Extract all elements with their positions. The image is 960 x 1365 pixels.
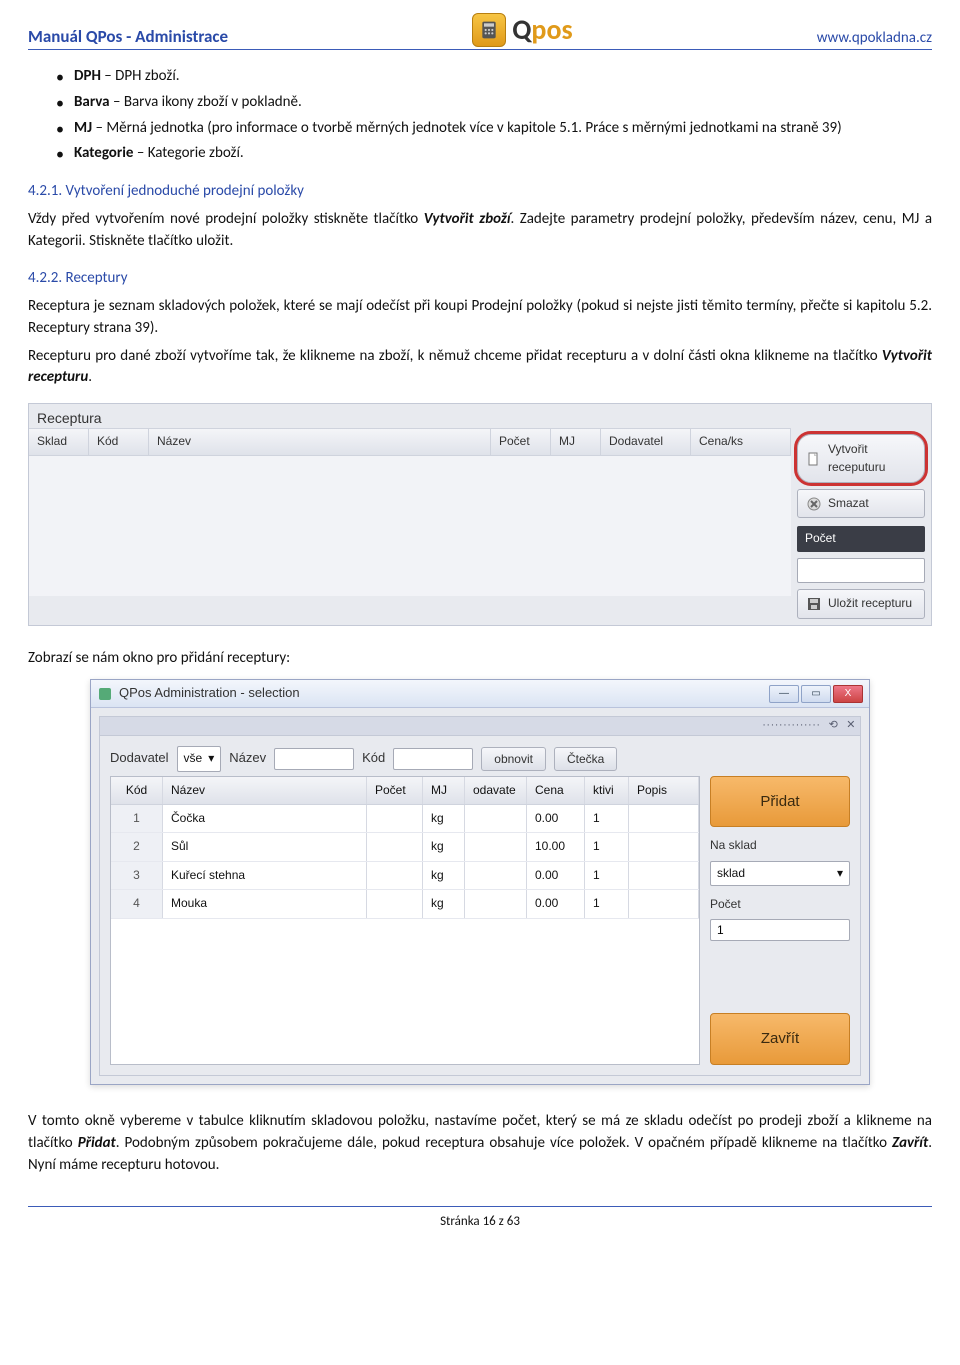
- col-popis[interactable]: Popis: [629, 777, 699, 804]
- paragraph: Zobrazí se nám okno pro přidání receptur…: [28, 648, 932, 670]
- window-title: QPos Administration - selection: [119, 684, 300, 703]
- delete-button[interactable]: Smazat: [797, 489, 925, 518]
- col-cena[interactable]: Cena: [527, 777, 585, 804]
- paragraph: Vždy před vytvořením nové prodejní polož…: [28, 209, 932, 253]
- dodavatel-select[interactable]: vše▾: [177, 746, 222, 771]
- logo: Qpos: [472, 12, 572, 47]
- list-item: Kategorie – Kategorie zboží.: [74, 143, 932, 165]
- col-aktiv[interactable]: ktivi: [585, 777, 629, 804]
- pocet-input[interactable]: [710, 919, 850, 941]
- chevron-down-icon: ▾: [837, 865, 843, 882]
- save-icon: [806, 596, 822, 612]
- table-row[interactable]: 3Kuřecí stehnakg0.001: [111, 862, 699, 890]
- nasklad-label: Na sklad: [710, 837, 850, 854]
- table-row[interactable]: 2Sůlkg10.001: [111, 833, 699, 861]
- ctecka-button[interactable]: Čtečka: [554, 747, 617, 771]
- window-titlebar: QPos Administration - selection — ▭ X: [91, 680, 869, 708]
- receptura-table: Sklad Kód Název Počet MJ Dodavatel Cena/…: [29, 428, 791, 624]
- list-item: Barva – Barva ikony zboží v pokladně.: [74, 92, 932, 114]
- sub-restore-button[interactable]: ⟲: [829, 718, 839, 734]
- calculator-icon: [472, 13, 506, 47]
- page-footer: Stránka 16 z 63: [28, 1206, 932, 1232]
- nazev-label: Název: [229, 749, 266, 768]
- col-cena[interactable]: Cena/ks: [691, 429, 791, 454]
- app-icon: [97, 686, 113, 702]
- chevron-down-icon: ▾: [208, 750, 214, 767]
- minimize-button[interactable]: —: [769, 685, 799, 703]
- close-icon: [806, 496, 822, 512]
- col-dodavatel[interactable]: Dodavatel: [601, 429, 691, 454]
- obnovit-button[interactable]: obnovit: [481, 747, 546, 771]
- screenshot-selection-window: QPos Administration - selection — ▭ X ··…: [90, 679, 870, 1085]
- maximize-button[interactable]: ▭: [801, 685, 831, 703]
- filter-toolbar: Dodavatel vše▾ Název Kód obnovit Čtečka: [100, 736, 860, 775]
- panel-title: Receptura: [29, 404, 931, 428]
- col-kod[interactable]: Kód: [89, 429, 149, 454]
- paragraph: Recepturu pro dané zboží vytvoříme tak, …: [28, 346, 932, 390]
- col-pocet[interactable]: Počet: [367, 777, 423, 804]
- col-pocet[interactable]: Počet: [491, 429, 551, 454]
- drag-handle-icon: ··············: [762, 718, 820, 734]
- col-mj[interactable]: MJ: [423, 777, 465, 804]
- section-heading: 4.2.2. Receptury: [28, 268, 932, 290]
- kod-input[interactable]: [393, 748, 473, 770]
- grid-empty-area: [111, 919, 699, 1059]
- pocet-label: Počet: [710, 896, 850, 913]
- list-item: MJ – Měrná jednotka (pro informace o tvo…: [74, 118, 932, 140]
- new-file-icon: [806, 451, 822, 467]
- pridat-button[interactable]: Přidat: [710, 776, 850, 828]
- button-label: Uložit recepturu: [828, 595, 912, 612]
- subwindow-header: ·············· ⟲ ✕: [100, 717, 860, 736]
- table-row[interactable]: 4Moukakg0.001: [111, 890, 699, 918]
- paragraph: V tomto okně vybereme v tabulce kliknutí…: [28, 1111, 932, 1176]
- table-row[interactable]: 1Čočkakg0.001: [111, 805, 699, 833]
- header-left: Manuál QPos - Administrace: [28, 26, 228, 47]
- col-nazev[interactable]: Název: [163, 777, 367, 804]
- close-button[interactable]: X: [833, 685, 863, 703]
- paragraph: Receptura je seznam skladových položek, …: [28, 296, 932, 340]
- header-right: www.qpokladna.cz: [817, 29, 932, 47]
- zavrit-button[interactable]: Zavřít: [710, 1013, 850, 1065]
- dodavatel-label: Dodavatel: [110, 749, 169, 768]
- sub-close-button[interactable]: ✕: [846, 718, 856, 734]
- selection-grid: Kód Název Počet MJ odavate Cena ktivi Po…: [110, 776, 700, 1066]
- kod-label: Kód: [362, 749, 385, 768]
- col-kod[interactable]: Kód: [111, 777, 163, 804]
- pocet-label: Počet: [797, 526, 925, 551]
- list-item: DPH – DPH zboží.: [74, 66, 932, 88]
- col-nazev[interactable]: Název: [149, 429, 491, 454]
- col-odavatel[interactable]: odavate: [465, 777, 527, 804]
- pocet-input[interactable]: [797, 558, 925, 583]
- page-header: Manuál QPos - Administrace Qpos www.qpok…: [28, 12, 932, 50]
- button-label: Smazat: [828, 495, 869, 512]
- logo-text: Qpos: [512, 12, 572, 47]
- col-sklad[interactable]: Sklad: [29, 429, 89, 454]
- col-mj[interactable]: MJ: [551, 429, 601, 454]
- bullet-list: DPH – DPH zboží. Barva – Barva ikony zbo…: [28, 66, 932, 165]
- nasklad-select[interactable]: sklad▾: [710, 861, 850, 886]
- nazev-input[interactable]: [274, 748, 354, 770]
- screenshot-receptura: Receptura Sklad Kód Název Počet MJ Dodav…: [28, 403, 932, 626]
- section-heading: 4.2.1. Vytvoření jednoduché prodejní pol…: [28, 181, 932, 203]
- button-label: Vytvořitreceputuru: [828, 441, 885, 476]
- create-recepture-button[interactable]: Vytvořitreceputuru: [797, 434, 925, 483]
- save-recepture-button[interactable]: Uložit recepturu: [797, 589, 925, 618]
- table-body-empty: [29, 456, 791, 596]
